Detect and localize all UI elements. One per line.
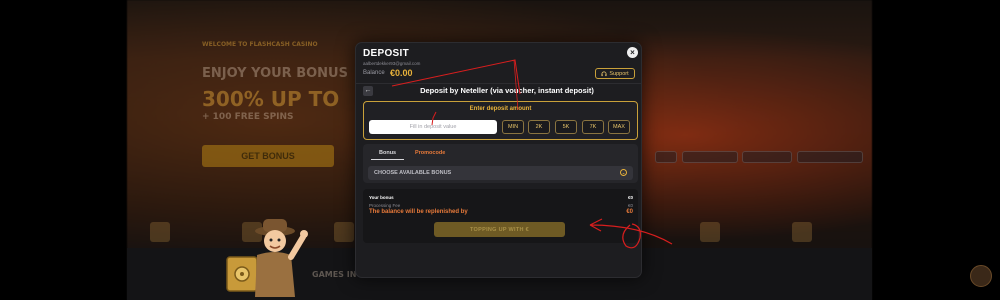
quick-amount-max-button[interactable]: MAX [608, 120, 630, 134]
quick-amount-5k-button[interactable]: 5K [555, 120, 577, 134]
bg-welcome-text: WELCOME TO FLASHCASH CASINO [202, 41, 318, 48]
bg-filter-chip[interactable] [742, 151, 792, 163]
processing-fee-value: €0 [627, 203, 633, 208]
processing-fee-row: Processing Fee €0 [369, 203, 633, 208]
support-button[interactable]: Support [595, 68, 635, 79]
topping-up-button[interactable]: TOPPING UP WITH € [434, 222, 565, 237]
bg-game-tile[interactable] [792, 222, 812, 242]
detective-mascot-icon [226, 219, 308, 297]
modal-title: DEPOSIT [363, 48, 409, 59]
balance-label: Balance [363, 70, 385, 76]
headset-icon [601, 71, 607, 76]
replenish-row: The balance will be replenished by €0 [369, 209, 633, 215]
bg-headline: ENJOY YOUR BONUS [202, 66, 348, 81]
replenish-label: The balance will be replenished by [369, 209, 468, 215]
processing-fee-label: Processing Fee [369, 203, 401, 208]
quick-amount-7k-button[interactable]: 7K [582, 120, 604, 134]
user-email: aalbertdekker93@gmail.com [363, 61, 421, 66]
support-label: Support [609, 70, 629, 77]
screen: WELCOME TO FLASHCASH CASINO ENJOY YOUR B… [0, 0, 1000, 300]
deposit-amount-input[interactable] [369, 120, 497, 134]
bg-offer: 300% UP TO [202, 87, 340, 111]
chevron-down-icon: ⌄ [620, 169, 627, 176]
payment-method-title: Deposit by Neteller (via voucher, instan… [420, 86, 594, 95]
quick-amount-min-button[interactable]: MIN [502, 120, 524, 134]
bg-game-tile[interactable] [334, 222, 354, 242]
deposit-modal: DEPOSIT aalbertdekker93@gmail.com Balanc… [355, 42, 642, 278]
bg-game-tile[interactable] [150, 222, 170, 242]
modal-divider [356, 83, 641, 84]
chat-avatar-icon[interactable] [970, 265, 992, 287]
deposit-amount-panel: Enter deposit amount MIN 2K 5K 7K MAX [363, 101, 638, 140]
close-icon[interactable]: × [627, 47, 638, 58]
balance-value: €0.00 [390, 68, 413, 78]
bg-filter-chip[interactable] [797, 151, 863, 163]
bonus-panel: Bonus Promocode CHOOSE AVAILABLE BONUS ⌄ [363, 144, 638, 183]
bonus-select[interactable]: CHOOSE AVAILABLE BONUS ⌄ [368, 166, 633, 180]
your-bonus-value: €0 [627, 195, 633, 200]
tab-promocode[interactable]: Promocode [413, 149, 447, 159]
bg-get-bonus-button[interactable]: GET BONUS [202, 145, 334, 167]
bg-game-tile[interactable] [700, 222, 720, 242]
quick-amount-2k-button[interactable]: 2K [528, 120, 550, 134]
amount-title: Enter deposit amount [469, 106, 532, 112]
deposit-summary: Your bonus €0 Processing Fee €0 The bala… [363, 189, 638, 243]
bg-spins: + 100 FREE SPINS [202, 112, 294, 122]
your-bonus-row: Your bonus €0 [369, 195, 633, 200]
bg-filter-chip[interactable] [682, 151, 738, 163]
back-arrow-icon[interactable]: ← [363, 86, 373, 96]
bonus-select-label: CHOOSE AVAILABLE BONUS [374, 170, 452, 176]
bg-filter-chip[interactable] [655, 151, 677, 163]
your-bonus-label: Your bonus [369, 195, 394, 200]
replenish-value: €0 [626, 209, 633, 215]
tab-bonus[interactable]: Bonus [371, 149, 405, 160]
